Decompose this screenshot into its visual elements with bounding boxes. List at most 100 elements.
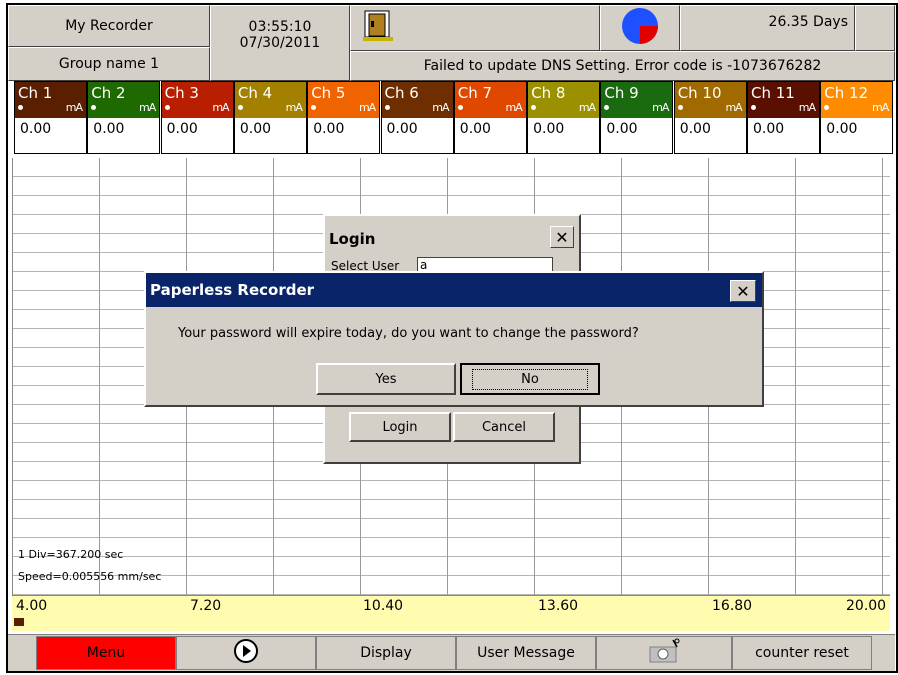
channel-name: Ch 9 [604,84,639,102]
scale-label: 10.40 [363,598,404,614]
channel-tab[interactable]: Ch 2 mA 0.00 [87,81,161,154]
dialog-title-bar: Paperless Recorder [146,273,762,307]
memory-usage-panel [600,5,680,51]
channel-header: Ch 3 mA [161,82,233,118]
channel-value-box: 0.00 [381,118,453,153]
channel-value: 0.00 [93,121,125,137]
cancel-button[interactable]: Cancel [453,412,555,442]
counter-reset-button-label: counter reset [755,645,849,661]
play-button[interactable] [176,636,316,670]
scale-bar [12,595,890,631]
channel-value-box: 0.00 [674,118,746,153]
channel-tab[interactable]: Ch 4 mA 0.00 [233,81,307,154]
channel-name: Ch 6 [384,84,419,102]
channel-dot-icon [311,105,317,110]
channel-name: Ch 4 [237,84,273,102]
channel-tab[interactable]: Ch 8 mA 0.00 [527,81,601,154]
login-dialog-title: Login [329,230,376,248]
clock-time: 03:55:10 [248,19,312,35]
channel-unit: mA [358,101,376,114]
channel-dot-icon [751,105,756,110]
channel-name: Ch 5 [311,84,346,102]
channel-value: 0.00 [679,121,711,137]
dialog-message: Your password will expire today, do you … [178,326,639,341]
channel-name: Ch 8 [531,84,566,102]
channel-value-box: 0.00 [528,118,600,153]
channel-dot-icon [824,105,830,110]
scale-label: 13.60 [538,598,579,614]
scale-label: 4.00 [16,598,48,614]
channel-tab[interactable]: Ch 10 mA 0.00 [673,81,747,154]
channel-header: Ch 2 mA [88,82,160,118]
yes-button-label: Yes [375,371,397,387]
no-button[interactable]: No [460,363,600,395]
alert-close-button[interactable]: ✕ [730,280,756,302]
channel-dot-icon [91,105,97,110]
channel-tab[interactable]: Ch 7 mA 0.00 [453,81,527,154]
channel-unit: mA [65,101,83,114]
login-button[interactable]: Login [349,412,451,442]
channel-name: Ch 3 [164,84,199,102]
group-name[interactable]: Group name 1 [8,47,210,81]
channel-header: Ch 9 mA [601,82,673,118]
channel-unit: mA [872,101,889,114]
days-remaining: 26.35 Days [680,5,855,51]
channel-tab[interactable]: Ch 1 mA 0.00 [14,81,87,154]
channel-unit: mA [505,101,523,114]
channel-tab[interactable]: Ch 9 mA 0.00 [600,81,674,154]
channel-value-box: 0.00 [308,118,380,153]
password-expire-dialog: Paperless Recorder ✕ Your password will … [144,271,764,407]
channel-header: Ch 5 mA [308,82,380,118]
recorder-title-text: My Recorder [65,18,153,34]
channel-dot-icon [457,105,463,110]
channel-value-box: 0.00 [161,118,233,153]
scale-label: 20.00 [846,598,887,614]
yes-button[interactable]: Yes [316,363,456,395]
channel-header: Ch 7 mA [454,82,526,118]
channel-value-box: 0.00 [601,118,673,153]
channel-dot-icon [384,105,390,110]
no-button-label: No [472,368,588,390]
camera-icon [647,638,681,668]
channel-tab[interactable]: Ch 11 mA 0.00 [747,81,820,154]
snapshot-button[interactable] [596,636,732,670]
login-close-button[interactable]: ✕ [550,226,574,248]
status-message: Failed to update DNS Setting. Error code… [350,51,895,81]
days-remaining-text: 26.35 Days [768,14,848,30]
cancel-button-label: Cancel [481,419,527,435]
menu-button[interactable]: Menu [36,636,176,670]
status-message-text: Failed to update DNS Setting. Error code… [423,58,822,74]
display-button-label: Display [360,645,412,661]
channel-header: Ch 10 mA [674,82,746,118]
channel-tab[interactable]: Ch 3 mA 0.00 [160,81,234,154]
channel-header: Ch 11 mA [748,82,819,118]
channel-dot-icon [18,105,23,110]
scale-label: 7.20 [190,598,222,614]
user-message-button[interactable]: User Message [456,636,596,670]
channel-tab[interactable]: Ch 12 mA 0.00 [820,81,894,154]
channel-value: 0.00 [753,121,785,137]
channel-value: 0.00 [386,121,418,137]
channel-unit: mA [285,101,303,114]
channel-value: 0.00 [459,121,491,137]
play-icon [233,638,259,668]
channel-tab[interactable]: Ch 6 mA 0.00 [380,81,454,154]
channel-unit: mA [652,101,669,114]
counter-reset-button[interactable]: counter reset [732,636,872,670]
channel-name: Ch 11 [751,84,795,102]
channel-name: Ch 7 [457,84,493,102]
datetime-panel: 03:55:10 07/30/2011 [210,5,350,81]
channel-tab[interactable]: Ch 5 mA 0.00 [307,81,381,154]
channel-name: Ch 2 [91,84,126,102]
channel-unit: mA [725,101,742,114]
channel-value: 0.00 [166,121,198,137]
scale-label: 16.80 [712,598,753,614]
channel-unit: mA [578,101,596,114]
channel-dot-icon [164,105,170,110]
channel-value: 0.00 [826,121,858,137]
display-button[interactable]: Display [316,636,456,670]
channel-unit: mA [212,101,229,114]
speed-label: Speed=0.005556 mm/sec [18,570,162,583]
channel-value-box: 0.00 [234,118,306,153]
scale-marker [14,618,24,626]
